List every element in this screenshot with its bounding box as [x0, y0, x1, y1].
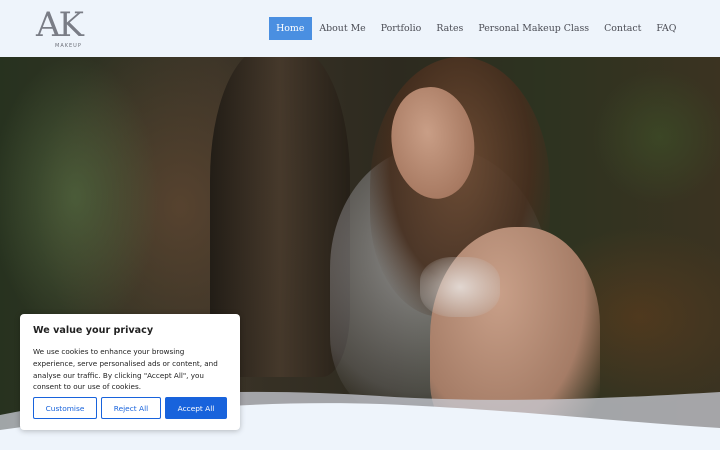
- reject-all-button[interactable]: Reject All: [101, 397, 161, 419]
- customise-button[interactable]: Customise: [33, 397, 97, 419]
- nav-item-portfolio[interactable]: Portfolio: [373, 17, 429, 40]
- accept-all-button[interactable]: Accept All: [165, 397, 227, 419]
- site-logo[interactable]: AK MAKEUP: [36, 5, 96, 52]
- logo-mark: AK: [36, 5, 84, 45]
- nav-item-rates[interactable]: Rates: [429, 17, 471, 40]
- nav-item-faq[interactable]: FAQ: [649, 17, 684, 40]
- main-nav: Home About Me Portfolio Rates Personal M…: [268, 17, 684, 40]
- nav-item-about-me[interactable]: About Me: [312, 17, 373, 40]
- cookie-message: We use cookies to enhance your browsing …: [33, 347, 218, 392]
- site-header: AK MAKEUP Home About Me Portfolio Rates …: [0, 0, 720, 57]
- logo-subtitle: MAKEUP: [55, 43, 82, 49]
- cookie-consent-banner: We value your privacy We use cookies to …: [20, 314, 240, 430]
- nav-item-personal-makeup-class[interactable]: Personal Makeup Class: [471, 17, 597, 40]
- lace-dress-shape: [420, 257, 500, 317]
- nav-item-home[interactable]: Home: [268, 17, 312, 40]
- cookie-actions: Customise Reject All Accept All: [33, 397, 227, 419]
- cookie-title: We value your privacy: [33, 325, 154, 336]
- nav-item-contact[interactable]: Contact: [597, 17, 649, 40]
